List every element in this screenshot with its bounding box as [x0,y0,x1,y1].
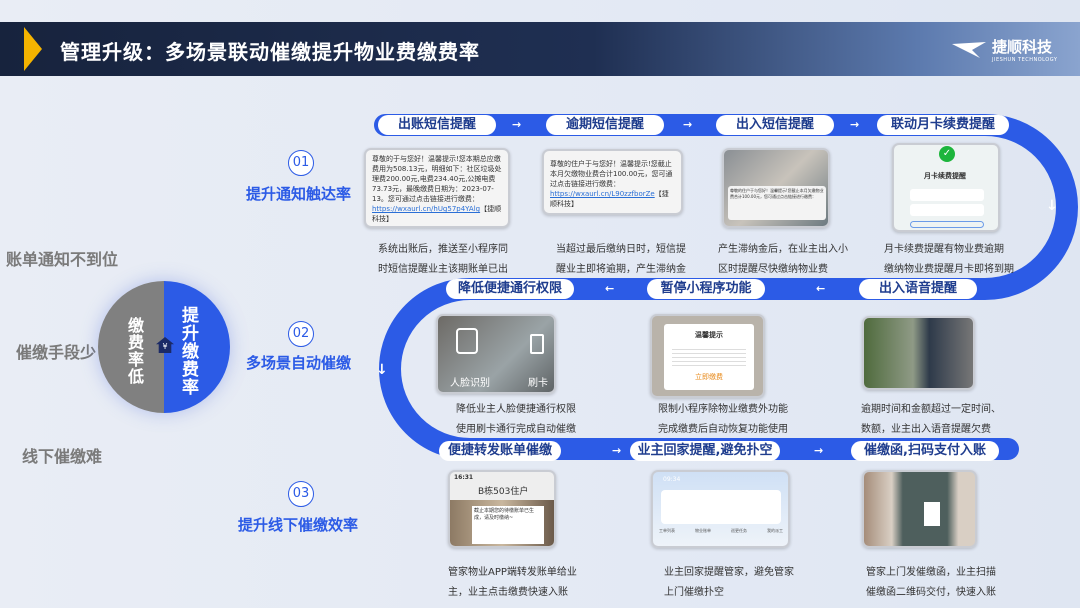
pill-access-limit: 降低便捷通行权限 [446,279,574,299]
app-tab[interactable]: 我的派工 [767,528,783,534]
sms-link[interactable]: https://wxaurl.cn/L90zzfborZe [550,190,655,198]
arrow-down-icon: ↓ [376,362,388,378]
popup-title: 温馨提示 [695,331,723,339]
steward-app-screenshot: 09:34 工单列表 物业账单 巡更任务 我的派工 [651,470,790,548]
sms-overlay: 尊敬的住户于与您好！温馨提示!您截止本月欠缴物业费合计100.00元，您可通过点… [728,186,826,220]
arrow-right-icon: → [612,444,622,457]
sms-text: 尊敬的于与您好！温馨提示!您本期总应缴费用为508.13元，明细如下：社区垃圾处… [372,155,502,203]
pill-bill-sms: 出账短信提醒 [378,115,496,135]
sms-screenshot: 尊敬的于与您好！温馨提示!您本期总应缴费用为508.13元，明细如下：社区垃圾处… [364,148,510,228]
pill-notice-pay: 催缴函,扫码支付入账 [851,441,999,461]
card-label: 刷卡 [528,378,548,389]
pill-home-remind: 业主回家提醒,避免扑空 [630,441,780,461]
pill-pause-app: 暂停小程序功能 [647,279,765,299]
caption: 管家物业APP端转发账单给业 主，业主点击缴费快速入账 [448,567,577,598]
caption: 管家上门发催缴函，业主扫描 催缴函二维码交付，快速入账 [866,567,996,598]
pill-forward-bill: 便捷转发账单催缴 [439,441,561,461]
caption: 逾期时间和金额超过一定时间、 数额，业主出入语音提醒欠费 [861,404,1001,435]
sms-text: 尊敬的住户于与您好！温馨提示!您截止本月欠缴物业费合计100.00元，您可通过点… [550,160,673,188]
pay-now-button[interactable]: 立即缴费 [664,372,754,382]
arrow-right-icon: → [512,118,522,131]
chat-time: 16:31 [454,474,474,481]
caption: 产生滞纳金后，在业主出入小 区时提醒尽快缴纳物业费 [718,244,848,275]
pill-voice-remind: 出入语音提醒 [859,279,977,299]
arrow-right-icon: → [814,444,824,457]
caption: 限制小程序除物业缴费外功能 完成缴费后自动恢复功能使用 [658,404,788,435]
caption: 业主回家提醒管家，避免管家 上门催缴扑空 [664,567,794,598]
arrow-left-icon: ← [605,282,615,295]
arrow-left-icon: ← [816,282,826,295]
app-tab[interactable]: 巡更任务 [731,528,747,534]
door-notice-photo [862,470,977,548]
entry-sms-photo: 尊敬的住户于与您好！温馨提示!您截止本月欠缴物业费合计100.00元，您可通过点… [722,148,830,228]
caption: 月卡续费提醒有物业费逾期 缴纳物业费提醒月卡即将到期 [884,244,1014,275]
caption: 当超过最后缴纳日时，短信提 醒业主即将逾期，产生滞纳金 [556,244,686,275]
face-gate-photo: 人脸识别 刷卡 [436,314,556,394]
check-icon: ✓ [939,146,955,162]
app-tab[interactable]: 工单列表 [659,528,675,534]
arrow-right-icon: → [683,118,693,131]
sms-link[interactable]: https://wxaurl.cn/hUg57p4YAlg [372,205,480,213]
caption: 系统出账后，推送至小程序同 时短信提醒业主该期账单已出 [378,244,508,275]
arrow-right-icon: → [850,118,860,131]
card-title: 月卡续费提醒 [924,172,966,180]
sms-screenshot: 尊敬的住户于与您好！温馨提示!您截止本月欠缴物业费合计100.00元，您可通过点… [542,149,683,215]
chat-title: B栋503住户 [478,487,529,497]
face-scan-icon [456,328,478,354]
pill-overdue-sms: 逾期短信提醒 [546,115,664,135]
app-popup-screenshot: 温馨提示 立即缴费 [650,314,765,398]
arrow-down-icon: ↓ [1046,198,1058,214]
chat-message: 截止本期您的待缴账单已生成，请及时缴纳~ [472,506,544,544]
app-tab[interactable]: 物业账单 [695,528,711,534]
pill-monthly-card: 联动月卡续费提醒 [877,115,1009,135]
chat-screenshot: 16:31 B栋503住户 截止本期您的待缴账单已生成，请及时缴纳~ [448,470,556,548]
pill-entry-sms: 出入短信提醒 [716,115,834,135]
monthly-card-screenshot: ✓ 月卡续费提醒 [892,143,1000,232]
card-swipe-icon [530,334,544,354]
app-time: 09:34 [663,476,681,483]
caption: 降低业主人脸便捷通行权限 使用刷卡通行完成自动催缴 [456,404,576,435]
face-label: 人脸识别 [450,378,490,389]
voice-terminal-photo [862,316,975,390]
